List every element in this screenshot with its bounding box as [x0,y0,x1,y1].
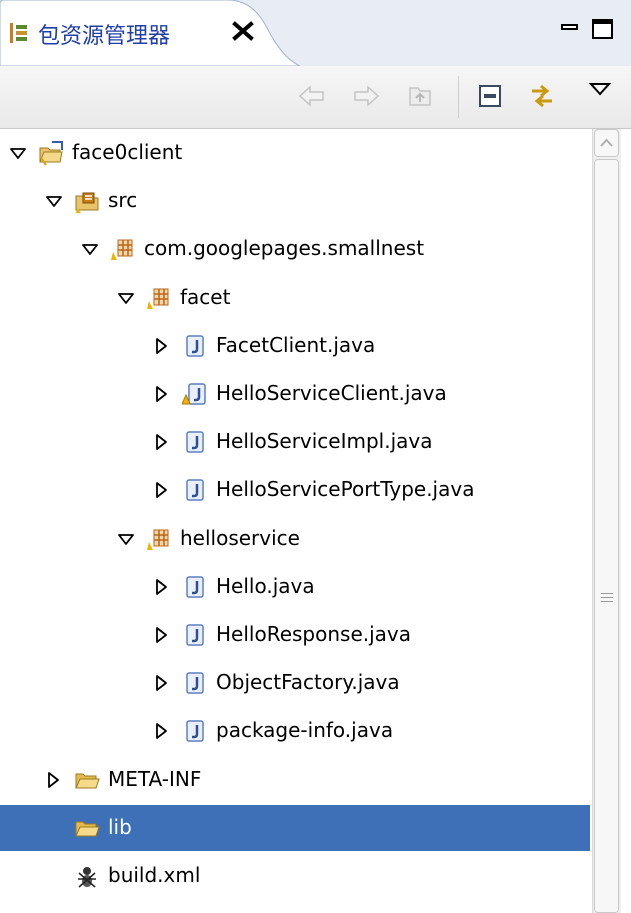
java-file-icon [182,622,208,648]
tree-row[interactable]: facet [0,275,590,321]
collapsed-twisty-icon[interactable] [152,336,172,356]
vertical-scrollbar[interactable] [592,129,621,913]
folder-icon [74,815,100,841]
expanded-twisty-icon[interactable] [44,191,64,211]
thumb-grip-line [601,597,613,598]
scroll-thumb[interactable] [594,159,619,913]
tree-row[interactable]: build.xml [0,853,590,899]
tree-item-label: META-INF [108,766,202,791]
collapse-all-icon[interactable] [474,80,506,112]
tree-item-label: HelloResponse.java [216,622,412,646]
tree-row[interactable]: HelloResponse.java [0,612,590,658]
ant-build-file-icon [74,863,100,889]
tree-item-label: HelloServicePortType.java [216,477,475,502]
tree-row[interactable]: HelloServicePortType.java [0,467,590,513]
view-title: 包资源管理器 [38,24,171,49]
tree-item-label: ObjectFactory.java [216,670,400,695]
tree-item-label: helloservice [180,525,300,550]
tree-row[interactable]: ObjectFactory.java [0,660,590,706]
toolbar-separator [458,76,459,118]
java-file-icon [182,333,208,359]
tree-row[interactable]: package-info.java [0,708,590,754]
collapsed-twisty-icon[interactable] [152,577,172,597]
tree-row[interactable]: Hello.java [0,564,590,610]
source-folder-icon [74,188,100,214]
collapsed-twisty-icon[interactable] [44,770,64,790]
project-icon [38,140,64,166]
forward-arrow-icon[interactable] [350,80,382,112]
tree-row[interactable]: helloservice [0,516,590,562]
tree-item-label: package-info.java [216,718,394,743]
package-icon [146,526,172,552]
package-explorer-tab[interactable]: 包资源管理器 [0,0,300,66]
tree-row[interactable]: com.googlepages.smallnest [0,226,590,272]
tree-item-label: HelloServiceClient.java [216,381,447,405]
folder-icon [74,767,100,793]
package-explorer-icon [8,22,30,44]
expanded-twisty-icon[interactable] [116,529,136,549]
java-file-icon [182,574,208,600]
java-file-icon [182,718,208,744]
expanded-twisty-icon[interactable] [80,239,100,259]
java-file-icon [182,477,208,503]
up-folder-icon[interactable] [404,80,436,112]
java-file-icon [182,670,208,696]
maximize-icon[interactable] [590,16,616,42]
collapsed-twisty-icon[interactable] [152,673,172,693]
view-toolbar [0,66,631,129]
package-icon [146,285,172,311]
close-x-icon[interactable] [230,18,256,44]
collapsed-twisty-icon[interactable] [152,480,172,500]
thumb-grip-line [601,593,613,594]
java-file-icon [182,429,208,455]
collapsed-twisty-icon[interactable] [152,384,172,404]
tree-item-label: Hello.java [216,573,315,598]
scroll-up-button[interactable] [594,129,619,157]
collapsed-twisty-icon[interactable] [152,625,172,645]
tree-item-label: HelloServiceImpl.java [216,429,433,454]
tree-row[interactable]: FacetClient.java [0,323,590,369]
tree-row[interactable]: face0client [0,130,590,176]
expanded-twisty-icon[interactable] [116,288,136,308]
tree-item-label: face0client [72,140,183,164]
tree-row[interactable]: HelloServiceClient.java [0,371,590,417]
tree-item-label: FacetClient.java [216,332,376,357]
view-tab-bar: 包资源管理器 [0,0,631,66]
package-icon [110,236,136,262]
tree-row[interactable]: src [0,178,590,224]
tree-item-label: com.googlepages.smallnest [144,236,425,261]
tree-row[interactable]: HelloServiceImpl.java [0,419,590,465]
tree-row[interactable]: META-INF [0,757,590,803]
tree-item-label: build.xml [108,863,201,887]
expanded-twisty-icon[interactable] [8,143,28,163]
tree-item-label: lib [108,814,132,839]
tree-item-label: facet [180,284,231,309]
package-tree[interactable]: face0client src com.googlepages.smallnest f… [0,129,590,913]
view-menu-icon[interactable] [584,74,616,106]
tree-item-label: src [108,188,138,213]
thumb-grip-line [601,601,613,602]
tree-row[interactable]: HelloService.wsdl [0,901,590,913]
minimize-icon[interactable] [558,16,584,42]
collapsed-twisty-icon[interactable] [152,721,172,741]
tree-row[interactable]: lib [0,804,590,851]
collapsed-twisty-icon[interactable] [152,432,172,452]
link-with-editor-icon[interactable] [526,80,558,112]
java-file-warning-icon [181,381,208,407]
back-arrow-icon[interactable] [296,80,328,112]
